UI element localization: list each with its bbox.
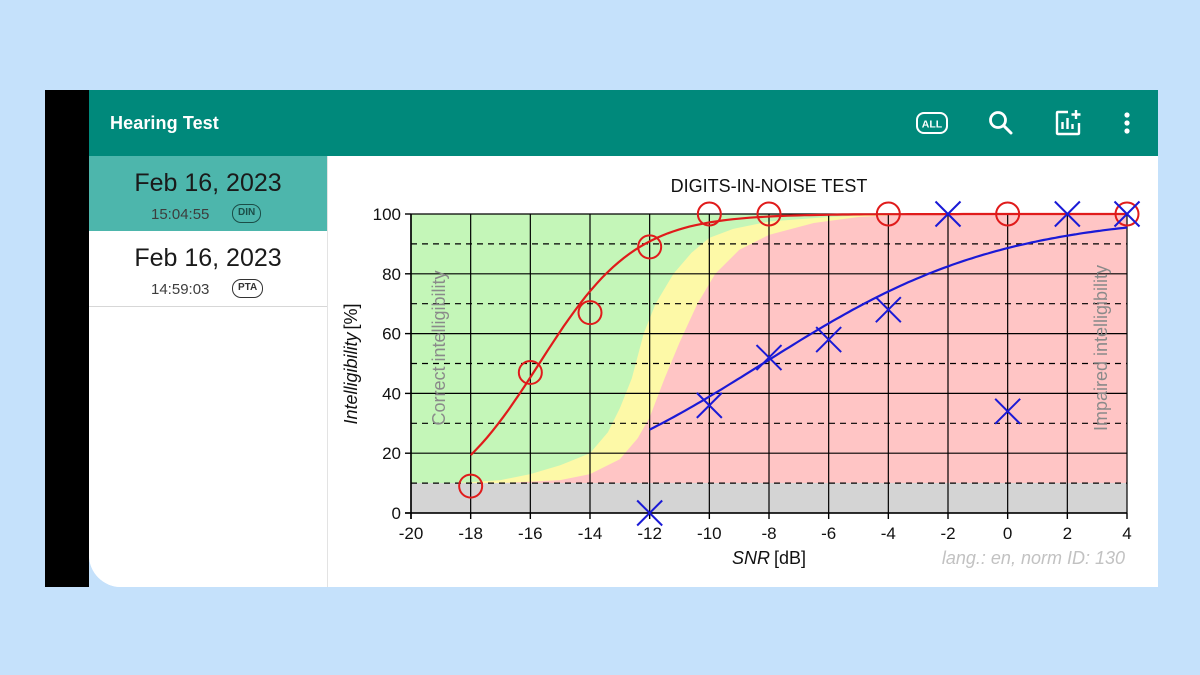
device-bezel [45,90,89,587]
y-tick-label: 0 [392,504,401,523]
test-history-list: Feb 16, 2023 15:04:55 DIN Feb 16, 2023 1… [89,156,327,587]
x-tick-label: 4 [1122,524,1131,543]
more-vert-icon [1124,112,1130,134]
app-bar: Hearing Test ALL [89,90,1158,156]
din-test-chart: -20 -18 -16 -14 -12 -10 -8 -6 -4 -2 0 2 4 0 20 40 60 80 10… [328,156,1158,587]
search-button[interactable] [985,107,1017,139]
app-title: Hearing Test [110,113,219,133]
y-tick-label: 80 [382,265,401,284]
x-tick-label: -4 [881,524,896,543]
y-axis-label-name: Intelligibility [341,331,361,424]
y-tick-label: 40 [382,384,401,403]
x-tick-label: 2 [1063,524,1072,543]
add-chart-button[interactable] [1052,107,1084,139]
test-time: 15:04:55 [151,206,210,223]
test-type-badge: PTA [232,279,264,298]
chart-title: DIGITS-IN-NOISE TEST [671,176,868,196]
zone-label-correct: Correct intelligibility [429,270,449,425]
chart-footnote: lang.: en, norm ID: 130 [942,548,1125,568]
x-tick-label: -14 [578,524,603,543]
y-tick-label: 20 [382,444,401,463]
x-tick-label: -8 [761,524,776,543]
y-axis-label: Intelligibility[%] [341,303,361,424]
x-axis-label-unit: [dB] [774,548,806,568]
test-type-badge: DIN [232,204,262,223]
x-tick-label: -18 [458,524,483,543]
x-tick-label: -10 [697,524,722,543]
all-icon: ALL [916,112,948,134]
test-date: Feb 16, 2023 [134,169,282,197]
test-time: 14:59:03 [151,281,210,298]
all-icon-label: ALL [922,119,943,131]
x-axis-label-name: SNR [732,548,770,568]
x-tick-label: -6 [821,524,836,543]
search-icon [989,111,1013,135]
add-chart-icon [1055,110,1081,136]
chart-canvas: -20 -18 -16 -14 -12 -10 -8 -6 -4 -2 0 2 402040608010… [341,176,1141,568]
more-options-button[interactable] [1111,107,1143,139]
x-tick-label: -20 [399,524,424,543]
y-tick-label: 60 [382,325,401,344]
list-item[interactable]: Feb 16, 2023 14:59:03 PTA [89,231,327,306]
x-tick-label: 0 [1003,524,1012,543]
x-tick-label: -16 [518,524,543,543]
show-all-button[interactable]: ALL [916,107,948,139]
x-tick-label: -2 [940,524,955,543]
list-item[interactable]: Feb 16, 2023 15:04:55 DIN [89,156,327,231]
x-tick-label: -12 [637,524,662,543]
zone-label-impaired: Impaired intelligibility [1091,265,1111,431]
list-divider [89,306,327,307]
y-axis-label-unit: [%] [341,303,361,329]
x-axis-label: SNR [dB] [732,548,806,568]
y-tick-label: 100 [373,205,401,224]
test-date: Feb 16, 2023 [134,244,282,272]
app-screen: Hearing Test ALL Feb 16, 2023 15:04:55 D… [89,90,1158,587]
